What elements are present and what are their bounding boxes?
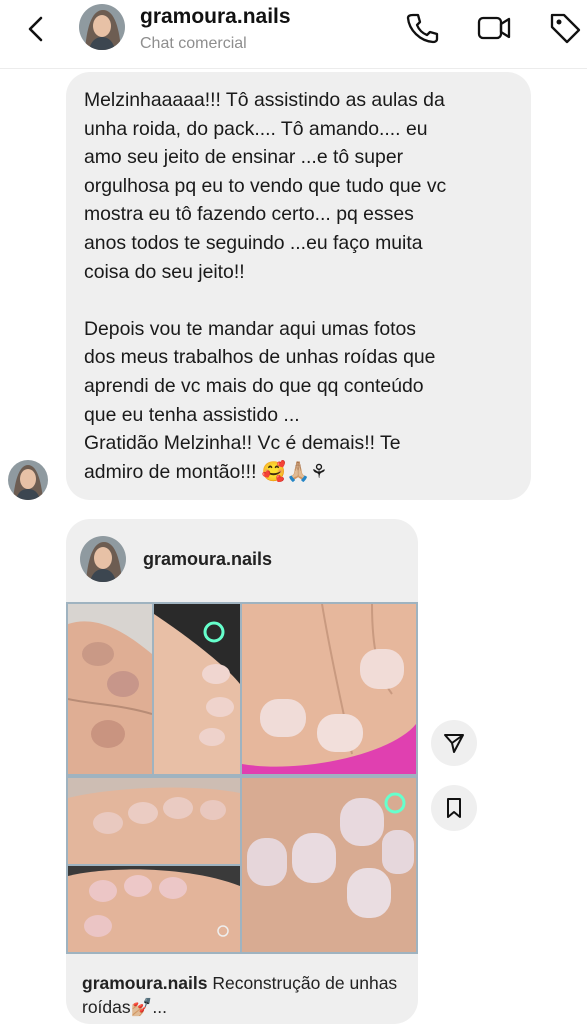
save-button[interactable] <box>431 785 477 831</box>
phone-icon[interactable] <box>404 10 440 46</box>
send-icon <box>444 734 464 753</box>
chat-header: gramoura.nails Chat comercial <box>0 0 587 69</box>
nail-photo <box>242 778 416 952</box>
message-text: Melzinhaaaaa!!! Tô assistindo as aulas d… <box>84 89 447 483</box>
caption-username[interactable]: gramoura.nails <box>82 973 207 993</box>
avatar[interactable] <box>79 4 125 50</box>
bookmark-icon <box>447 798 461 818</box>
back-arrow-icon[interactable] <box>22 14 52 44</box>
tag-icon[interactable] <box>547 10 583 46</box>
nail-photo <box>154 604 240 774</box>
nail-photo <box>68 778 240 864</box>
post-caption: gramoura.nails Reconstrução de unhas roí… <box>82 971 402 1019</box>
chat-username[interactable]: gramoura.nails <box>140 5 291 29</box>
nail-photo <box>242 604 416 774</box>
nail-photo <box>68 604 152 774</box>
post-image-collage[interactable] <box>66 602 418 954</box>
shared-post[interactable]: gramoura.nails gramoura.nails Reconstruç… <box>66 519 418 1024</box>
share-button[interactable] <box>431 720 477 766</box>
avatar[interactable] <box>8 460 48 500</box>
video-camera-icon[interactable] <box>476 10 512 46</box>
nail-photo <box>68 866 240 952</box>
avatar[interactable] <box>80 536 126 582</box>
chat-subtitle: Chat comercial <box>140 35 247 52</box>
post-username[interactable]: gramoura.nails <box>143 549 272 570</box>
